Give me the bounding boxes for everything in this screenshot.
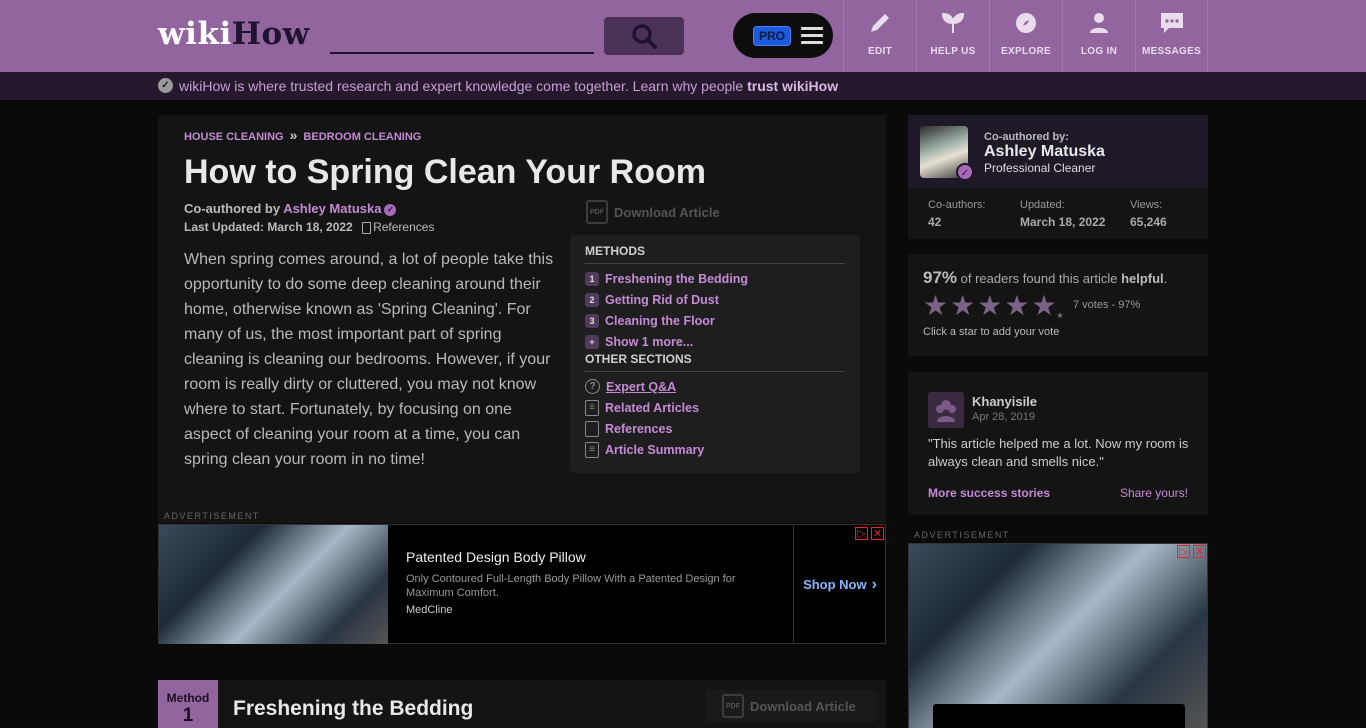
pdf-icon: PDF — [586, 200, 608, 224]
question-icon: ? — [585, 379, 600, 394]
ad-description: Only Contoured Full-Length Body Pillow W… — [406, 573, 736, 599]
wikihow-logo[interactable]: wikiHow — [158, 16, 310, 52]
toc-method-3[interactable]: 3 Cleaning the Floor — [585, 310, 845, 331]
star-icon-3[interactable]: ★ — [977, 292, 1002, 320]
toc-methods-heading: METHODS — [585, 244, 845, 264]
download-article-button-method[interactable]: PDF Download Article — [706, 690, 876, 722]
toc-method-1[interactable]: 1 Freshening the Bedding — [585, 268, 845, 289]
star-rating: ★ ★ ★ ★ ★ ★ — [923, 292, 1064, 321]
search-button[interactable] — [604, 17, 684, 55]
toc-article-summary[interactable]: ≡ Article Summary — [585, 439, 845, 460]
breadcrumb-house-cleaning[interactable]: HOUSE CLEANING — [184, 131, 284, 143]
pencil-icon — [867, 10, 893, 36]
references-link[interactable]: References — [362, 220, 434, 234]
article-intro-card: HOUSE CLEANING» BEDROOM CLEANING How to S… — [158, 115, 886, 523]
document-icon: ≡ — [585, 399, 599, 416]
stat-updated: Updated: March 18, 2022 — [1020, 199, 1106, 229]
pro-menu-button[interactable]: PRO — [733, 13, 833, 58]
nav-edit[interactable]: EDIT — [843, 0, 916, 72]
adchoices-icon[interactable]: ▷ — [1177, 545, 1190, 558]
article-intro: When spring comes around, a lot of peopl… — [184, 251, 554, 468]
ad-label: ADVERTISEMENT — [164, 511, 260, 521]
rating-card: 97% of readers found this article helpfu… — [908, 254, 1208, 356]
nav-explore[interactable]: EXPLORE — [989, 0, 1062, 72]
star-small-icon: ★ — [1056, 311, 1064, 320]
review-text: "This article helped me a lot. Now my ro… — [928, 436, 1189, 469]
trust-wikihow-link[interactable]: trust wikiHow — [747, 78, 838, 94]
method-title: Freshening the Bedding — [233, 697, 474, 720]
download-article-button[interactable]: PDF Download Article — [586, 200, 720, 224]
user-icon — [1086, 10, 1112, 36]
author-link[interactable]: Ashley Matuska — [283, 201, 381, 216]
last-updated: Last Updated: March 18, 2022 References — [184, 220, 435, 234]
coauthor-line: Co-authored by Ashley Matuska ✓ — [184, 201, 397, 216]
toc-show-more[interactable]: + Show 1 more... — [585, 331, 845, 352]
author-name[interactable]: Ashley Matuska — [984, 143, 1105, 161]
search-input[interactable] — [330, 18, 594, 54]
rating-hint: Click a star to add your vote — [923, 326, 1060, 338]
verified-badge-icon: ✓ — [956, 163, 974, 181]
vote-count: 7 votes - 97% — [1073, 299, 1141, 311]
ad-shop-now-button[interactable]: Shop Now › — [793, 525, 886, 644]
sidebar-advertisement[interactable]: ▷ ✕ — [908, 543, 1208, 728]
helpful-percent: 97% of readers found this article helpfu… — [923, 268, 1168, 287]
ad-image — [159, 525, 388, 644]
toc-method-2[interactable]: 2 Getting Rid of Dust — [585, 289, 845, 310]
top-navigation-bar: wikiHow PRO EDIT HELP US EXPLORE LOG IN — [0, 0, 1366, 72]
ad-controls: ▷ ✕ — [855, 527, 884, 540]
nav-messages[interactable]: MESSAGES — [1135, 0, 1208, 72]
share-yours-link[interactable]: Share yours! — [1120, 486, 1188, 500]
hamburger-menu-icon — [801, 23, 824, 48]
ad-label: ADVERTISEMENT — [914, 530, 1010, 540]
breadcrumb: HOUSE CLEANING» BEDROOM CLEANING — [184, 127, 422, 143]
compass-icon — [1013, 10, 1039, 36]
review-card: Khanyisile Apr 28, 2019 "This article he… — [908, 372, 1208, 515]
more-success-stories-link[interactable]: More success stories — [928, 486, 1050, 500]
search-icon — [632, 24, 657, 49]
star-icon-5[interactable]: ★ — [1031, 292, 1056, 320]
star-icon-4[interactable]: ★ — [1004, 292, 1029, 320]
star-icon-1[interactable]: ★ — [923, 292, 948, 320]
advertisement-banner[interactable]: Patented Design Body Pillow Only Contour… — [158, 524, 886, 644]
method-section: Method 1 Freshening the Bedding PDF Down… — [158, 680, 886, 728]
summary-icon: ≡ — [585, 441, 599, 458]
table-of-contents: METHODS 1 Freshening the Bedding 2 Getting… — [570, 235, 860, 473]
toc-expert-qa[interactable]: ? Expert Q&A — [585, 376, 845, 397]
adchoices-icon[interactable]: ▷ — [855, 527, 868, 540]
article-title: How to Spring Clean Your Room — [184, 153, 706, 191]
sprout-icon — [940, 10, 966, 36]
chat-icon — [1159, 10, 1185, 36]
breadcrumb-bedroom-cleaning[interactable]: BEDROOM CLEANING — [303, 131, 421, 143]
author-role: Professional Cleaner — [984, 161, 1096, 175]
close-ad-icon[interactable]: ✕ — [1193, 545, 1206, 558]
pdf-icon: PDF — [722, 694, 744, 718]
ad-bottom-bar — [933, 704, 1185, 728]
bookmark-icon — [585, 420, 599, 437]
toc-references[interactable]: References — [585, 418, 845, 439]
close-ad-icon[interactable]: ✕ — [871, 527, 884, 540]
reviewer-avatar-icon — [928, 392, 964, 428]
bookmark-icon — [362, 221, 372, 234]
review-date: Apr 28, 2019 — [972, 411, 1035, 423]
verified-badge-icon: ✓ — [384, 203, 397, 216]
method-badge: Method 1 — [158, 680, 218, 728]
ad-title: Patented Design Body Pillow — [406, 549, 586, 565]
trust-bar: ✓ wikiHow is where trusted research and … — [0, 72, 1366, 100]
toc-other-heading: OTHER SECTIONS — [585, 352, 845, 372]
stat-coauthors: Co-authors: 42 — [928, 199, 986, 229]
toc-related-articles[interactable]: ≡ Related Articles — [585, 397, 845, 418]
trust-message: wikiHow is where trusted research and ex… — [179, 78, 839, 94]
verified-check-icon: ✓ — [158, 78, 173, 93]
stat-views: Views: 65,246 — [1130, 199, 1167, 229]
coauthor-card: ✓ Co-authored by: Ashley Matuska Profess… — [908, 115, 1208, 239]
ad-brand: MedCline — [406, 604, 453, 616]
star-icon-2[interactable]: ★ — [950, 292, 975, 320]
ad-controls: ▷ ✕ — [1177, 545, 1206, 558]
reviewer-name: Khanyisile — [972, 394, 1038, 409]
chevron-right-icon: › — [871, 575, 877, 593]
nav-log-in[interactable]: LOG IN — [1062, 0, 1135, 72]
pro-badge: PRO — [753, 25, 792, 46]
nav-help-us[interactable]: HELP US — [916, 0, 989, 72]
